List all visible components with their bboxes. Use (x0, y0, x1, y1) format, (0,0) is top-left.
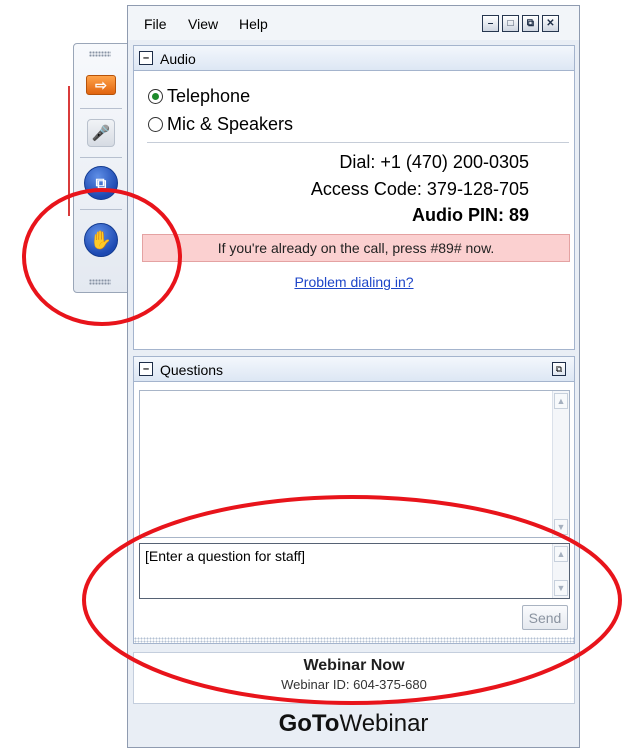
scroll-up-icon[interactable]: ▲ (554, 393, 568, 409)
logo-webinar: Webinar (339, 710, 429, 737)
mic-speakers-option[interactable]: Mic & Speakers (148, 114, 293, 135)
send-button[interactable]: Send (522, 605, 568, 630)
grab-tab[interactable]: ⇨ 🎤 ⧉ ✋ (73, 43, 128, 293)
audio-pin: Audio PIN: 89 (411, 205, 529, 225)
questions-log-scrollbar[interactable]: ▲ ▼ (552, 391, 569, 537)
microphone-button[interactable]: 🎤 (82, 114, 120, 152)
menu-bar: File View Help – □ ⧉ ✕ (128, 6, 579, 40)
raise-hand-icon: ✋ (84, 223, 118, 257)
resize-handle[interactable] (134, 637, 574, 643)
problem-dialing-link[interactable]: Problem dialing in? (134, 274, 574, 290)
menu-help[interactable]: Help (239, 16, 268, 32)
webinar-id: Webinar ID: 604-375-680 (281, 677, 427, 692)
scroll-up-icon[interactable]: ▲ (554, 546, 568, 562)
popout-window-button[interactable]: ⧉ (522, 15, 539, 32)
mic-speakers-label: Mic & Speakers (167, 114, 294, 134)
audio-panel: – Audio Telephone Mic & Speakers Dial: +… (133, 45, 575, 350)
question-input[interactable]: [Enter a question for staff] ▲ ▼ (139, 543, 570, 599)
menu-view[interactable]: View (188, 16, 218, 32)
screen-share-icon: ⧉ (84, 166, 118, 200)
tab-separator (80, 157, 122, 158)
already-on-call-alert: If you're already on the call, press #89… (142, 234, 570, 262)
grip-bottom-icon[interactable] (89, 279, 111, 285)
questions-collapse-button[interactable]: – (139, 362, 153, 376)
control-panel-window: File View Help – □ ⧉ ✕ – Audio Telephone… (127, 5, 580, 748)
tab-separator (80, 209, 122, 210)
menu-file[interactable]: File (144, 16, 167, 32)
scroll-down-icon[interactable]: ▼ (554, 519, 568, 535)
orange-arrow-icon: ⇨ (86, 75, 116, 95)
close-button[interactable]: ✕ (542, 15, 559, 32)
questions-panel-header: – Questions ⧉ (134, 357, 574, 382)
restore-button[interactable]: □ (502, 15, 519, 32)
gotowebinar-logo: GoToWebinar (128, 710, 579, 738)
mic-speakers-radio[interactable] (148, 117, 163, 132)
questions-log[interactable]: ▲ ▼ (139, 390, 570, 538)
grip-top-icon[interactable] (89, 51, 111, 57)
telephone-radio[interactable] (148, 89, 163, 104)
microphone-icon: 🎤 (87, 119, 115, 147)
audio-panel-title: Audio (160, 51, 196, 67)
logo-goto: GoTo (278, 710, 340, 737)
tab-edge-line (68, 86, 70, 216)
questions-popout-button[interactable]: ⧉ (552, 362, 566, 376)
webinar-info: Webinar Now Webinar ID: 604-375-680 (133, 652, 575, 704)
question-input-scrollbar[interactable]: ▲ ▼ (552, 544, 569, 598)
scroll-down-icon[interactable]: ▼ (554, 580, 568, 596)
tab-separator (80, 108, 122, 109)
dial-number: Dial: +1 (470) 200-0305 (339, 152, 529, 172)
telephone-label: Telephone (167, 86, 251, 106)
screen-share-button[interactable]: ⧉ (82, 164, 120, 202)
access-code: Access Code: 379-128-705 (310, 179, 529, 199)
raise-hand-button[interactable]: ✋ (82, 221, 120, 259)
questions-panel: – Questions ⧉ ▲ ▼ [Enter a question for … (133, 356, 575, 644)
orange-arrow-button[interactable]: ⇨ (82, 66, 120, 104)
audio-panel-header: – Audio (134, 46, 574, 71)
audio-divider (147, 142, 569, 143)
minimize-button[interactable]: – (482, 15, 499, 32)
question-input-placeholder: [Enter a question for staff] (145, 548, 306, 564)
audio-collapse-button[interactable]: – (139, 51, 153, 65)
telephone-option[interactable]: Telephone (148, 86, 250, 107)
webinar-title: Webinar Now (303, 657, 405, 674)
questions-panel-title: Questions (160, 362, 224, 378)
